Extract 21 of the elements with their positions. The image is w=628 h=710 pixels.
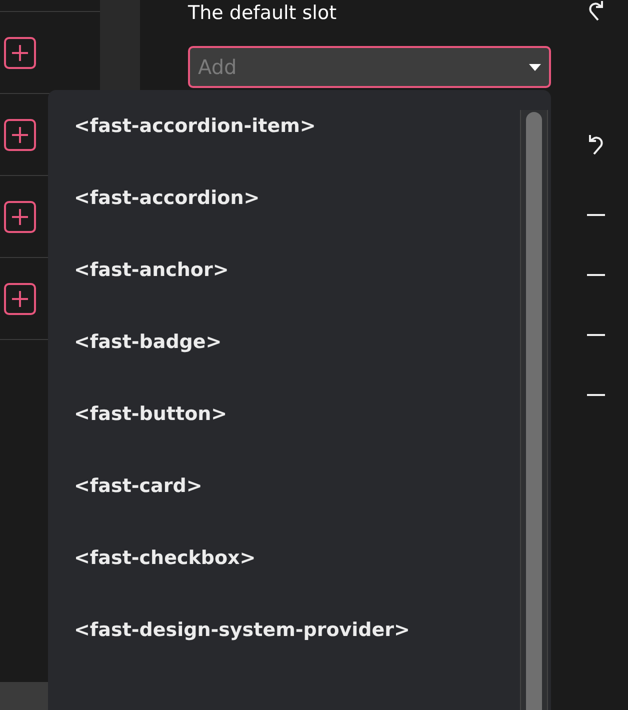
plus-icon: [11, 290, 29, 308]
add-button[interactable]: [4, 282, 36, 314]
add-button[interactable]: [4, 200, 36, 232]
caret-icon: [529, 64, 541, 70]
option-item[interactable]: <fast-button>: [48, 395, 520, 467]
scrollbar[interactable]: [520, 110, 548, 710]
plus-icon: [11, 208, 29, 226]
option-item[interactable]: <fast-card>: [48, 467, 520, 539]
option-item[interactable]: <fast-checkbox>: [48, 539, 520, 611]
option-item[interactable]: <fast-badge>: [48, 323, 520, 395]
redo-icon[interactable]: [586, 0, 606, 22]
add-button[interactable]: [4, 36, 36, 68]
option-item[interactable]: <fast-accordion-item>: [48, 107, 520, 179]
add-button[interactable]: [4, 118, 36, 150]
undo-icon[interactable]: [586, 134, 606, 156]
plus-icon: [11, 44, 29, 62]
option-item[interactable]: <fast-anchor>: [48, 251, 520, 323]
plus-icon: [11, 126, 29, 144]
slot-label: The default slot: [188, 2, 338, 26]
option-item[interactable]: <fast-design-system-provider>: [48, 611, 520, 683]
option-item[interactable]: <fast-accordion>: [48, 179, 520, 251]
